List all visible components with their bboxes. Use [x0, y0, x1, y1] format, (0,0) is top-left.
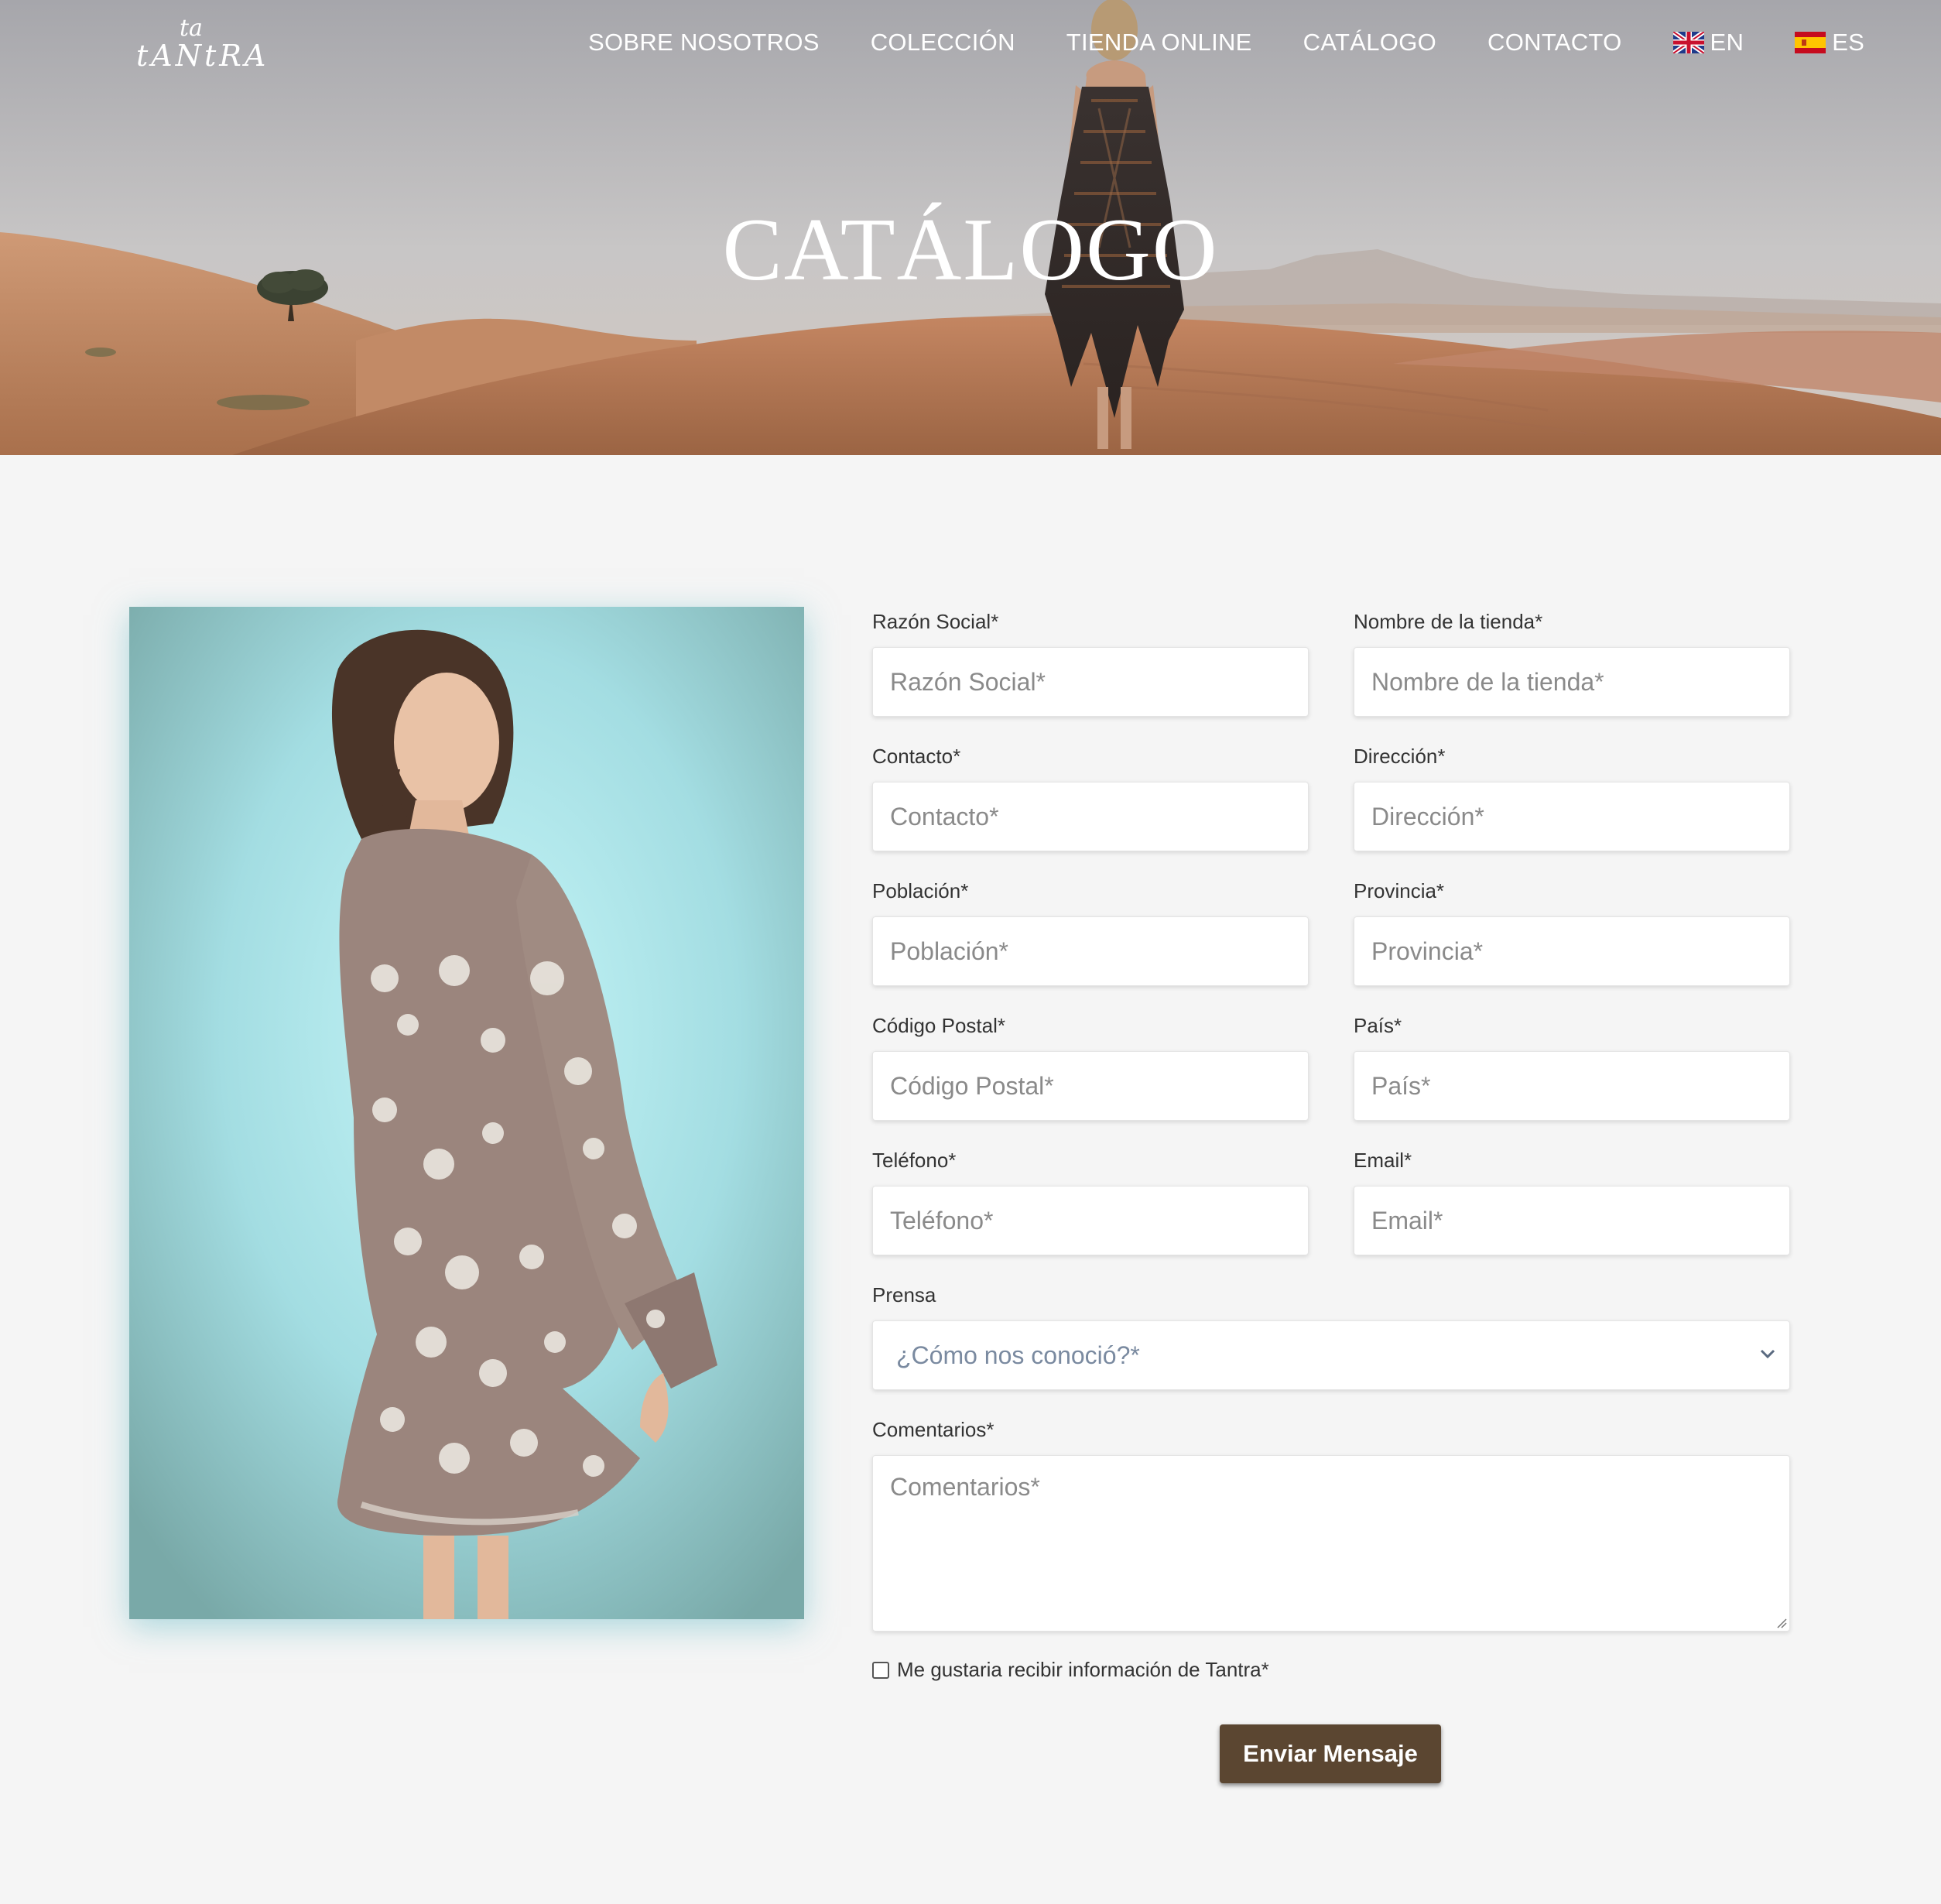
- uk-flag-icon: [1672, 32, 1704, 53]
- enviar-mensaje-button[interactable]: Enviar Mensaje: [1220, 1724, 1441, 1783]
- logo-mark: ta: [180, 15, 203, 42]
- nombre-tienda-input[interactable]: [1354, 647, 1790, 717]
- language-es-label: ES: [1832, 29, 1865, 56]
- comentarios-textarea[interactable]: [872, 1455, 1790, 1632]
- provincia-label: Provincia*: [1354, 879, 1445, 902]
- codigo-postal-input[interactable]: [872, 1051, 1309, 1121]
- catalog-model-photo: [129, 607, 804, 1619]
- model-image: [129, 607, 804, 1619]
- comentarios-label: Comentarios*: [872, 1418, 994, 1441]
- nombre-tienda-label: Nombre de la tienda*: [1354, 610, 1543, 633]
- consent-label: Me gustaria recibir información de Tantr…: [897, 1658, 1269, 1681]
- consent-row: Me gustaria recibir información de Tantr…: [872, 1658, 1269, 1682]
- pais-label: País*: [1354, 1014, 1402, 1037]
- logo-wordmark: tANtRA: [136, 39, 269, 73]
- direccion-input[interactable]: [1354, 782, 1790, 851]
- pais-input[interactable]: [1354, 1051, 1790, 1121]
- nav-item-contacto[interactable]: CONTACTO: [1487, 29, 1621, 57]
- email-label: Email*: [1354, 1149, 1412, 1172]
- spain-flag-icon: [1795, 32, 1826, 53]
- telefono-label: Teléfono*: [872, 1149, 957, 1172]
- poblacion-label: Población*: [872, 879, 969, 902]
- nav-item-catalogo[interactable]: CATÁLOGO: [1303, 29, 1436, 57]
- razon-social-label: Razón Social*: [872, 610, 999, 633]
- language-es[interactable]: ES: [1795, 29, 1864, 57]
- contacto-input[interactable]: [872, 782, 1309, 851]
- page-title: CATÁLOGO: [722, 200, 1219, 300]
- nav-item-coleccion[interactable]: COLECCIÓN: [871, 29, 1015, 57]
- tantra-logo[interactable]: ta tANtRA: [133, 15, 265, 72]
- prensa-select[interactable]: ¿Cómo nos conoció?*: [872, 1320, 1790, 1390]
- contacto-label: Contacto*: [872, 745, 961, 768]
- razon-social-input[interactable]: [872, 647, 1309, 717]
- prensa-label: Prensa: [872, 1283, 936, 1306]
- codigo-postal-label: Código Postal*: [872, 1014, 1005, 1037]
- resize-handle-icon[interactable]: [1775, 1616, 1787, 1628]
- chevron-down-icon: [1760, 1349, 1775, 1359]
- direccion-label: Dirección*: [1354, 745, 1446, 768]
- telefono-input[interactable]: [872, 1186, 1309, 1255]
- provincia-input[interactable]: [1354, 916, 1790, 986]
- language-en-label: EN: [1710, 29, 1744, 56]
- nav-item-tienda-online[interactable]: TIENDA ONLINE: [1066, 29, 1252, 57]
- email-input[interactable]: [1354, 1186, 1790, 1255]
- main-navigation: SOBRE NOSOTROS COLECCIÓN TIENDA ONLINE C…: [588, 23, 1864, 62]
- language-en[interactable]: EN: [1672, 29, 1744, 57]
- poblacion-input[interactable]: [872, 916, 1309, 986]
- consent-checkbox[interactable]: [872, 1661, 889, 1679]
- prensa-selected-value: ¿Cómo nos conoció?*: [896, 1341, 1140, 1369]
- hero-banner: ta tANtRA SOBRE NOSOTROS COLECCIÓN TIEND…: [0, 0, 1941, 455]
- nav-item-sobre-nosotros[interactable]: SOBRE NOSOTROS: [588, 29, 820, 57]
